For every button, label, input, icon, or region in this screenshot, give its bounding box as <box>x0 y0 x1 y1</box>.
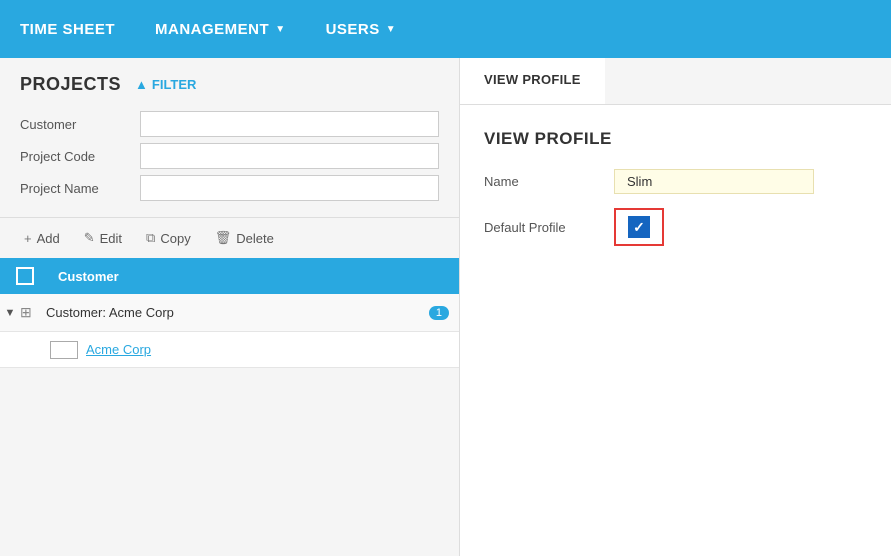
row-group-label: Customer: Acme Corp <box>42 305 429 320</box>
right-content-title: VIEW PROFILE <box>484 129 867 149</box>
add-button[interactable]: + Add <box>14 227 70 250</box>
toolbar: + Add ✎ Edit ⧉ Copy 🗑 Delete <box>0 217 459 258</box>
nav-users[interactable]: USERS ▼ <box>326 21 397 38</box>
delete-button[interactable]: 🗑 Delete <box>205 226 284 250</box>
table-header-checkbox[interactable] <box>0 258 50 294</box>
tab-view-profile[interactable]: VIEW PROFILE <box>460 58 605 104</box>
topnav: TIME SHEET MANAGEMENT ▼ USERS ▼ <box>0 0 891 58</box>
left-panel: PROJECTS ▲ FILTER Customer Project Code … <box>0 58 460 556</box>
project-code-filter-label: Project Code <box>20 149 140 164</box>
table-header: Customer <box>0 258 459 294</box>
table-area: Customer ▼ ⊞ Customer: Acme Corp 1 Acme … <box>0 258 459 556</box>
filter-chevron-icon: ▲ <box>135 77 148 92</box>
edit-icon: ✎ <box>84 230 95 246</box>
nav-timesheet-label: TIME SHEET <box>20 21 115 38</box>
project-name-filter-input[interactable] <box>140 175 439 201</box>
customer-filter-input[interactable] <box>140 111 439 137</box>
nav-management-label: MANAGEMENT <box>155 21 269 38</box>
name-value: Slim <box>614 169 814 194</box>
tab-view-profile-label: VIEW PROFILE <box>484 72 581 87</box>
projects-title: PROJECTS <box>20 74 121 95</box>
name-label: Name <box>484 174 614 189</box>
right-panel: VIEW PROFILE VIEW PROFILE Name Slim Defa… <box>460 58 891 556</box>
right-tabs: VIEW PROFILE <box>460 58 891 105</box>
row-expand-icon[interactable]: ▼ <box>0 307 20 319</box>
table-row: Acme Corp <box>0 332 459 368</box>
table-header-customer: Customer <box>50 269 459 284</box>
default-profile-checkbox[interactable]: ✓ <box>628 216 650 238</box>
row-grid-icon: ⊞ <box>20 304 42 321</box>
right-content: VIEW PROFILE Name Slim Default Profile ✓ <box>460 105 891 556</box>
filter-toggle[interactable]: ▲ FILTER <box>135 77 196 92</box>
nav-timesheet[interactable]: TIME SHEET <box>20 21 115 38</box>
group-count-badge: 1 <box>429 306 449 320</box>
copy-button[interactable]: ⧉ Copy <box>136 226 201 250</box>
customer-filter-label: Customer <box>20 117 140 132</box>
add-icon: + <box>24 231 32 246</box>
delete-label: Delete <box>236 231 274 246</box>
edit-button[interactable]: ✎ Edit <box>74 226 132 250</box>
header-checkbox-icon[interactable] <box>16 267 34 285</box>
delete-icon: 🗑 <box>215 230 232 246</box>
row-checkbox[interactable] <box>50 341 78 359</box>
add-label: Add <box>37 231 60 246</box>
filter-form: Customer Project Code Project Name <box>0 105 459 217</box>
table-group-row: ▼ ⊞ Customer: Acme Corp 1 <box>0 294 459 332</box>
users-chevron-icon: ▼ <box>386 24 396 35</box>
default-profile-label: Default Profile <box>484 220 614 235</box>
row-item-link[interactable]: Acme Corp <box>86 342 151 357</box>
edit-label: Edit <box>100 231 122 246</box>
default-profile-box: ✓ <box>614 208 664 246</box>
project-name-filter-label: Project Name <box>20 181 140 196</box>
project-code-filter-input[interactable] <box>140 143 439 169</box>
copy-label: Copy <box>160 231 190 246</box>
management-chevron-icon: ▼ <box>275 24 285 35</box>
nav-users-label: USERS <box>326 21 380 38</box>
copy-icon: ⧉ <box>146 230 155 246</box>
nav-management[interactable]: MANAGEMENT ▼ <box>155 21 286 38</box>
profile-default-row: Default Profile ✓ <box>484 208 867 246</box>
filter-label: FILTER <box>152 77 197 92</box>
profile-name-row: Name Slim <box>484 169 867 194</box>
